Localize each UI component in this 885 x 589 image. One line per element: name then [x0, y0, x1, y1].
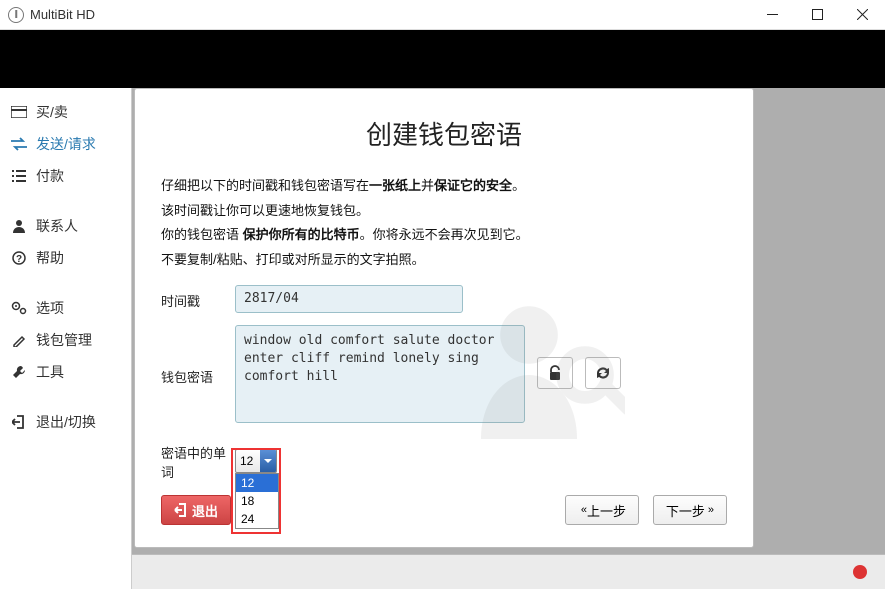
dropdown-option[interactable]: 24: [236, 510, 278, 528]
gears-icon: [10, 301, 28, 315]
wordcount-select[interactable]: 12: [235, 449, 277, 473]
maximize-button[interactable]: [795, 0, 840, 30]
titlebar: MultiBit HD: [0, 0, 885, 30]
status-bar: [132, 554, 885, 589]
create-wallet-dialog: 创建钱包密语 仔细把以下的时间戳和钱包密语写在一张纸上并保证它的安全。 该时间戳…: [134, 88, 754, 548]
edit-icon: [10, 333, 28, 347]
help-icon: ?: [10, 251, 28, 265]
app-icon: [8, 7, 24, 23]
chevron-right-icon: »: [708, 504, 711, 516]
window-title: MultiBit HD: [30, 7, 95, 22]
sidebar-item-wallet-mgmt[interactable]: 钱包管理: [0, 324, 131, 356]
wrench-icon: [10, 365, 28, 379]
sidebar-item-contacts[interactable]: 联系人: [0, 210, 131, 242]
seed-label: 钱包密语: [161, 325, 235, 386]
wordcount-dropdown[interactable]: 12 18 24: [235, 473, 279, 529]
header-bar: [0, 30, 885, 88]
sidebar-item-label: 联系人: [36, 216, 78, 236]
next-button[interactable]: 下一步 »: [653, 495, 727, 525]
sidebar-item-send-request[interactable]: 发送/请求: [0, 128, 131, 160]
minimize-button[interactable]: [750, 0, 795, 30]
dropdown-option[interactable]: 18: [236, 492, 278, 510]
sidebar-item-payments[interactable]: 付款: [0, 160, 131, 192]
signout-icon: [10, 415, 28, 429]
timestamp-input[interactable]: [235, 285, 463, 313]
sidebar-item-label: 工具: [36, 362, 64, 382]
wordcount-label: 密语中的单词: [161, 441, 235, 481]
transfer-icon: [10, 137, 28, 151]
sidebar-item-options[interactable]: 选项: [0, 292, 131, 324]
sidebar-item-label: 帮助: [36, 248, 64, 268]
sidebar-item-label: 发送/请求: [36, 134, 96, 154]
sidebar-item-buy-sell[interactable]: 买/卖: [0, 96, 131, 128]
timestamp-label: 时间戳: [161, 285, 235, 310]
prev-button[interactable]: « 上一步: [565, 495, 639, 525]
sidebar-item-label: 付款: [36, 166, 64, 186]
chevron-down-icon: [260, 450, 276, 472]
sidebar-item-tools[interactable]: 工具: [0, 356, 131, 388]
sidebar-item-exit-switch[interactable]: 退出/切换: [0, 406, 131, 438]
close-button[interactable]: [840, 0, 885, 30]
status-indicator: [853, 565, 867, 579]
dialog-title: 创建钱包密语: [161, 115, 727, 152]
sidebar-item-label: 退出/切换: [36, 412, 96, 432]
watermark-icon: [465, 287, 625, 450]
sidebar: 买/卖 发送/请求 付款 联系人 ? 帮助 选项 钱包管理: [0, 88, 132, 589]
sidebar-item-help[interactable]: ? 帮助: [0, 242, 131, 274]
dropdown-option[interactable]: 12: [236, 474, 278, 492]
exit-button[interactable]: 退出: [161, 495, 231, 525]
chevron-left-icon: «: [581, 504, 584, 516]
sidebar-item-label: 买/卖: [36, 102, 68, 122]
sidebar-item-label: 选项: [36, 298, 64, 318]
sidebar-item-label: 钱包管理: [36, 330, 92, 350]
svg-text:?: ?: [16, 254, 22, 265]
user-icon: [10, 219, 28, 233]
card-icon: [10, 106, 28, 118]
instruction-text: 仔细把以下的时间戳和钱包密语写在一张纸上并保证它的安全。 该时间戳让你可以更速地…: [161, 174, 727, 273]
list-icon: [10, 170, 28, 182]
